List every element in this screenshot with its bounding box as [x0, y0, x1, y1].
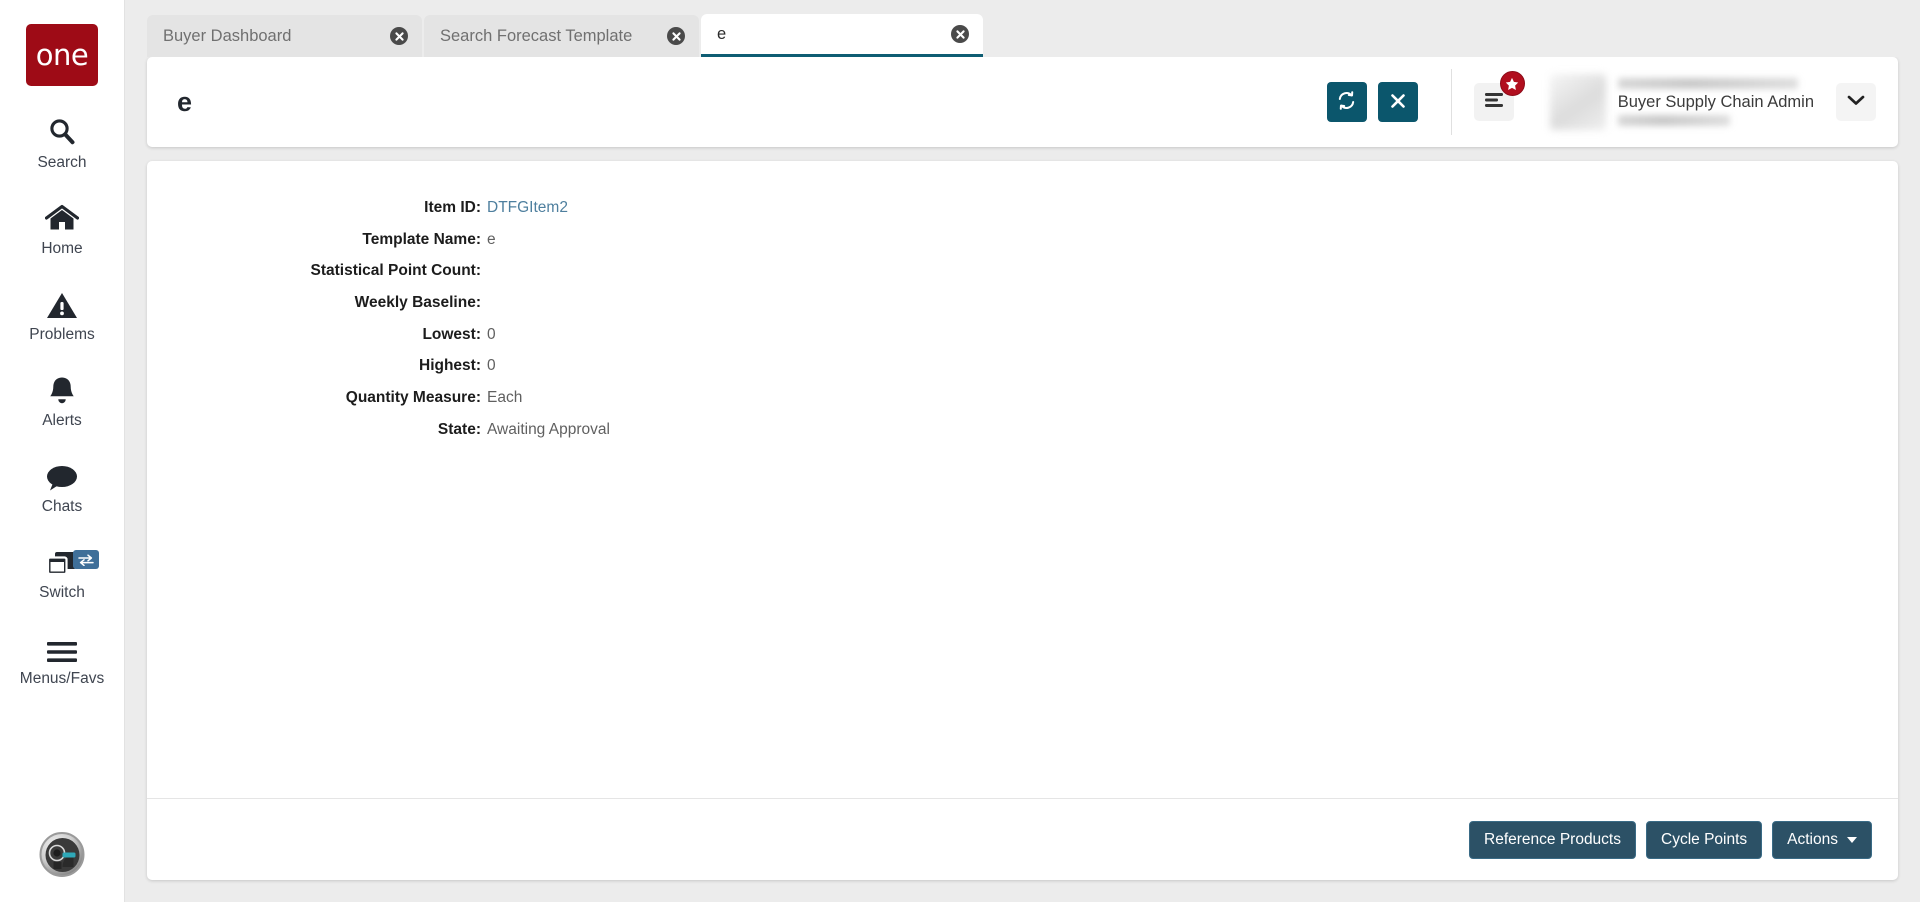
button-label: Reference Products: [1484, 830, 1621, 848]
field-value: Each: [487, 388, 523, 406]
bell-icon: [47, 372, 77, 406]
warning-triangle-icon: [46, 286, 78, 320]
card-footer: Reference Products Cycle Points Actions: [147, 798, 1898, 880]
content-wrapper: e Buyer Supply Chain Admin Item ID: DTFG…: [125, 57, 1920, 902]
avatar: [1549, 74, 1606, 130]
sidebar-item-menus-favs[interactable]: Menus/Favs: [0, 630, 125, 688]
sidebar-item-home[interactable]: Home: [0, 200, 125, 258]
detail-fields: Item ID: DTFGItem2 Template Name: e Stat…: [147, 161, 1898, 798]
profile-text: Buyer Supply Chain Admin: [1617, 77, 1814, 127]
close-icon[interactable]: [667, 27, 685, 45]
field-item-id: Item ID: DTFGItem2: [147, 195, 1898, 222]
field-value: Awaiting Approval: [487, 420, 610, 438]
sidebar-item-label: Search: [37, 154, 87, 171]
button-label: Cycle Points: [1661, 830, 1748, 848]
page-title: e: [177, 86, 193, 117]
reference-products-button[interactable]: Reference Products: [1469, 820, 1636, 859]
star-icon: [1499, 71, 1525, 96]
sidebar-item-label: Menus/Favs: [19, 670, 105, 687]
profile-role: Buyer Supply Chain Admin: [1617, 92, 1814, 111]
field-lowest: Lowest: 0: [147, 322, 1898, 349]
field-weekly-baseline: Weekly Baseline:: [147, 290, 1898, 317]
field-label: Lowest:: [422, 325, 481, 343]
field-value[interactable]: DTFGItem2: [487, 195, 568, 222]
cycle-points-button[interactable]: Cycle Points: [1646, 820, 1763, 859]
field-label: Template Name:: [362, 230, 481, 248]
field-template-name: Template Name: e: [147, 227, 1898, 254]
field-value: 0: [487, 325, 496, 343]
page-menu-button[interactable]: [1473, 71, 1525, 121]
field-highest: Highest: 0: [147, 353, 1898, 380]
application-window: one Search Home Problems Alerts Chats Sw…: [0, 0, 1920, 902]
chevron-down-icon: [1847, 93, 1865, 111]
refresh-button[interactable]: [1326, 82, 1367, 122]
sidebar-item-label: Switch: [39, 584, 85, 601]
caret-down-icon: [1847, 836, 1857, 843]
field-quantity-measure: Quantity Measure: Each: [147, 385, 1898, 412]
actions-button[interactable]: Actions: [1772, 820, 1872, 859]
logo-text: one: [35, 37, 89, 72]
search-icon: [46, 114, 78, 148]
field-label: Quantity Measure:: [345, 388, 481, 406]
tab-label: Buyer Dashboard: [163, 26, 292, 45]
field-label: Weekly Baseline:: [354, 293, 481, 311]
tab-strip: Buyer Dashboard Search Forecast Template…: [125, 0, 1920, 57]
sidebar-item-label: Chats: [41, 498, 83, 515]
chat-bubble-icon: [45, 458, 79, 492]
profile-org-redacted: [1617, 115, 1730, 127]
sidebar-item-search[interactable]: Search: [0, 114, 125, 172]
tab-e-active[interactable]: e: [701, 14, 983, 57]
tab-label: e: [717, 24, 727, 43]
sidebar-item-chats[interactable]: Chats: [0, 458, 125, 516]
close-icon[interactable]: [390, 27, 408, 45]
field-statistical-point-count: Statistical Point Count:: [147, 258, 1898, 285]
field-value: e: [487, 230, 496, 248]
field-label: State:: [437, 420, 481, 438]
tab-search-forecast-template[interactable]: Search Forecast Template: [424, 15, 699, 57]
profile-name-redacted: [1617, 77, 1798, 89]
swap-arrows-icon[interactable]: [72, 550, 99, 569]
field-state: State: Awaiting Approval: [147, 417, 1898, 444]
tab-label: Search Forecast Template: [440, 26, 633, 45]
close-x-icon: [1389, 92, 1407, 113]
header-divider: [1450, 69, 1452, 135]
one-network-logo[interactable]: one: [26, 24, 98, 86]
field-label: Highest:: [419, 357, 481, 375]
sidebar-item-alerts[interactable]: Alerts: [0, 372, 125, 430]
hamburger-icon: [46, 630, 78, 664]
left-sidebar: one Search Home Problems Alerts Chats Sw…: [0, 0, 125, 902]
field-label: Item ID:: [424, 199, 481, 216]
close-icon[interactable]: [951, 25, 969, 43]
tab-buyer-dashboard[interactable]: Buyer Dashboard: [147, 15, 422, 57]
close-page-button[interactable]: [1377, 82, 1418, 122]
home-icon: [45, 200, 79, 234]
detail-card: Item ID: DTFGItem2 Template Name: e Stat…: [147, 161, 1898, 880]
field-value: 0: [487, 357, 496, 375]
sidebar-item-problems[interactable]: Problems: [0, 286, 125, 344]
sidebar-item-label: Home: [41, 240, 83, 257]
list-menu-icon: [1483, 91, 1505, 114]
ai-assistant-avatar-icon[interactable]: [39, 832, 85, 877]
main-area: Buyer Dashboard Search Forecast Template…: [125, 0, 1920, 902]
sidebar-item-label: Alerts: [42, 412, 82, 429]
button-label: Actions: [1787, 830, 1838, 848]
sidebar-item-switch[interactable]: Switch: [0, 544, 125, 602]
profile-dropdown-button[interactable]: [1836, 83, 1876, 121]
refresh-icon: [1336, 90, 1357, 114]
field-label: Statistical Point Count:: [310, 262, 482, 280]
sidebar-item-label: Problems: [29, 326, 95, 343]
user-profile[interactable]: Buyer Supply Chain Admin: [1549, 74, 1814, 130]
page-header-card: e Buyer Supply Chain Admin: [147, 57, 1898, 147]
